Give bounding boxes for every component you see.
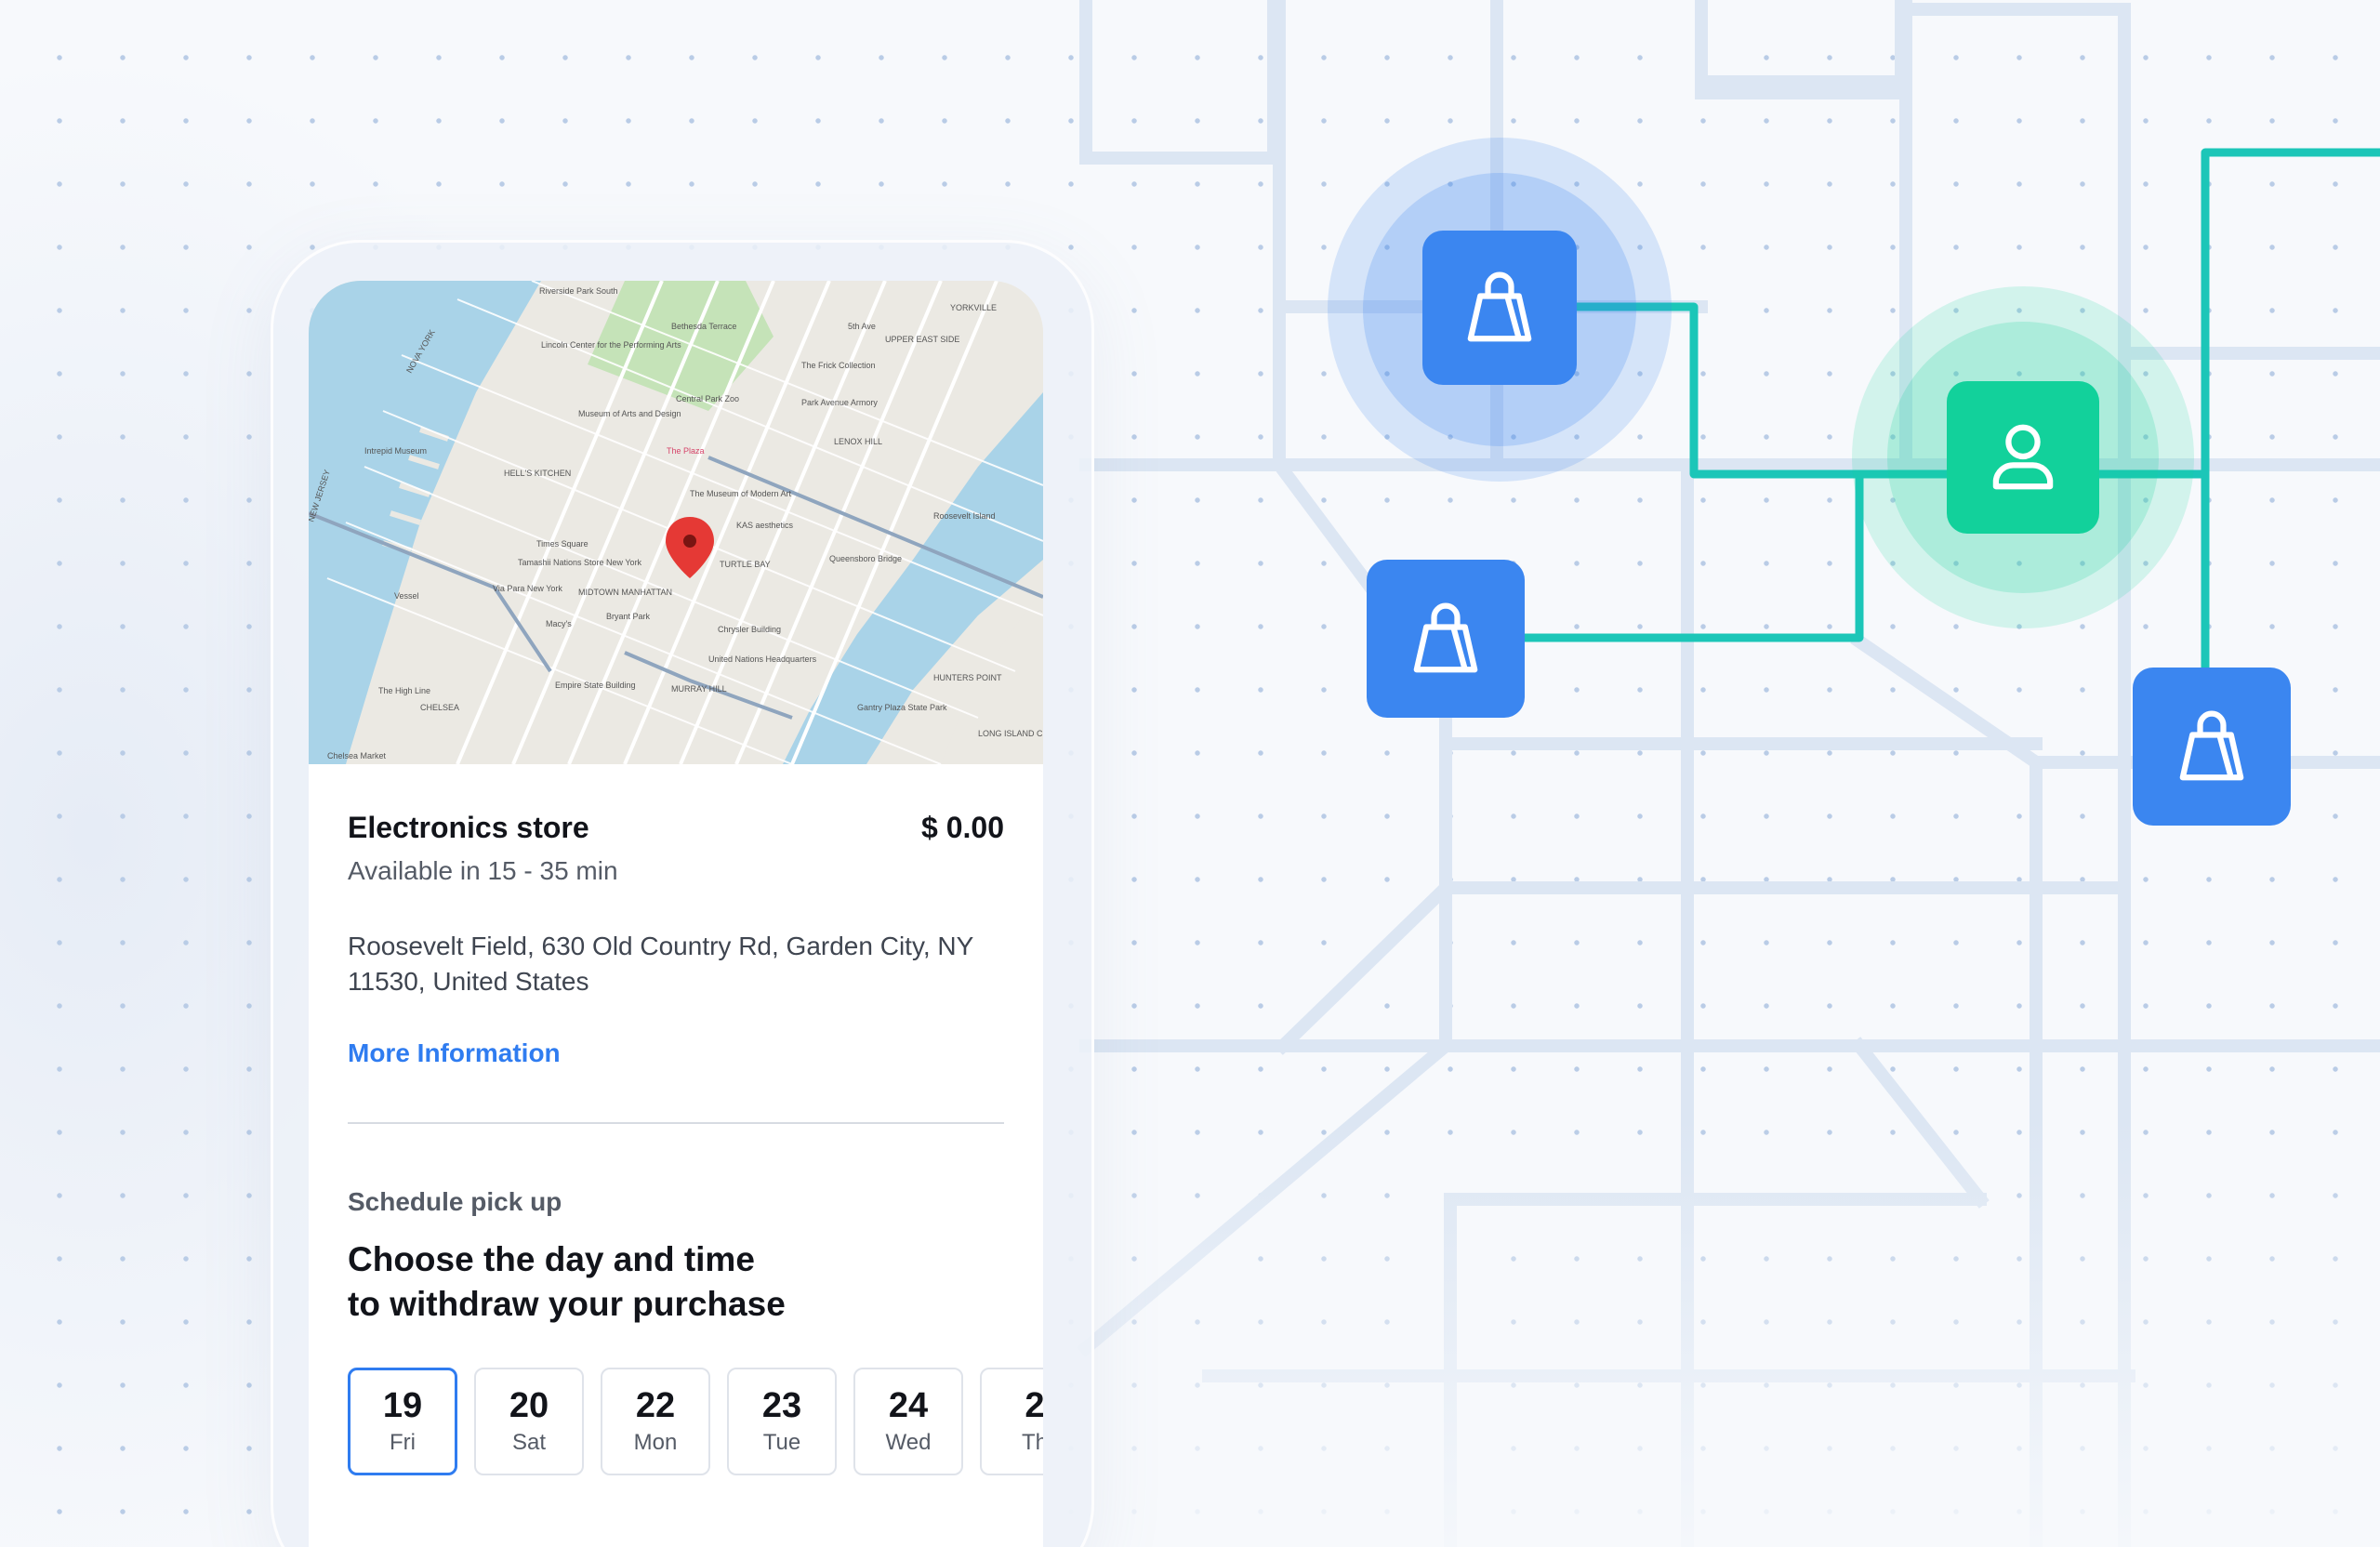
svg-text:Macy's: Macy's: [546, 619, 572, 628]
svg-text:Museum of Arts and Design: Museum of Arts and Design: [578, 409, 681, 418]
store-node-right[interactable]: [2133, 668, 2291, 826]
map-view[interactable]: Riverside Park South YORKVILLE Bethesda …: [309, 281, 1043, 764]
svg-text:Chrysler Building: Chrysler Building: [718, 625, 781, 634]
svg-text:TURTLE BAY: TURTLE BAY: [720, 560, 771, 569]
svg-text:Riverside Park South: Riverside Park South: [539, 286, 618, 296]
store-details: Electronics store $ 0.00 Available in 15…: [348, 764, 1043, 1475]
divider: [348, 1122, 1004, 1124]
svg-text:The Plaza: The Plaza: [667, 446, 705, 456]
map-canvas: Riverside Park South YORKVILLE Bethesda …: [309, 281, 1043, 764]
day-option[interactable]: 2 Th: [980, 1368, 1043, 1475]
svg-text:LONG ISLAND CITY: LONG ISLAND CITY: [978, 729, 1043, 738]
svg-text:Queensboro Bridge: Queensboro Bridge: [829, 554, 902, 563]
day-number: 24: [888, 1386, 929, 1425]
day-name: Mon: [633, 1430, 678, 1455]
day-option[interactable]: 19 Fri: [348, 1368, 457, 1475]
shopping-bag-icon: [2179, 710, 2244, 781]
svg-text:Bethesda Terrace: Bethesda Terrace: [671, 322, 736, 331]
schedule-title-line2: to withdraw your purchase: [348, 1285, 786, 1323]
svg-text:Via Para New York: Via Para New York: [493, 584, 562, 593]
svg-text:Times Square: Times Square: [536, 539, 588, 549]
day-name: Fri: [390, 1430, 416, 1455]
bottom-fade: [1023, 1116, 2380, 1547]
svg-text:HUNTERS POINT: HUNTERS POINT: [933, 673, 1002, 682]
svg-text:Lincoln Center for the Perform: Lincoln Center for the Performing Arts: [541, 340, 681, 350]
schedule-title: Choose the day and time to withdraw your…: [348, 1237, 1004, 1327]
more-information-link[interactable]: More Information: [348, 1038, 561, 1068]
store-address: Roosevelt Field, 630 Old Country Rd, Gar…: [348, 932, 973, 996]
day-number: 20: [509, 1386, 549, 1425]
day-option[interactable]: 20 Sat: [474, 1368, 584, 1475]
svg-text:Roosevelt Island: Roosevelt Island: [933, 511, 996, 521]
svg-text:Intrepid Museum: Intrepid Museum: [364, 446, 427, 456]
svg-text:Tamashii Nations Store New Yor: Tamashii Nations Store New York: [518, 558, 642, 567]
svg-text:Empire State Building: Empire State Building: [555, 681, 636, 690]
svg-text:5th Ave: 5th Ave: [848, 322, 876, 331]
store-name: Electronics store: [348, 811, 589, 844]
schedule-title-line1: Choose the day and time: [348, 1240, 755, 1278]
shopping-bag-icon: [1413, 602, 1478, 673]
store-node-left[interactable]: [1367, 560, 1525, 718]
user-icon: [1992, 424, 2054, 490]
svg-text:United Nations Headquarters: United Nations Headquarters: [708, 654, 817, 664]
svg-text:Gantry Plaza State Park: Gantry Plaza State Park: [857, 703, 947, 712]
user-node[interactable]: [1947, 381, 2099, 534]
svg-text:The Museum of Modern Art: The Museum of Modern Art: [690, 489, 792, 498]
day-name: Th: [1021, 1430, 1043, 1455]
svg-text:The High Line: The High Line: [378, 686, 430, 695]
day-name: Wed: [885, 1430, 932, 1455]
day-option[interactable]: 23 Tue: [727, 1368, 837, 1475]
day-option[interactable]: 24 Wed: [853, 1368, 963, 1475]
svg-text:MIDTOWN MANHATTAN: MIDTOWN MANHATTAN: [578, 588, 672, 597]
day-number: 22: [635, 1386, 676, 1425]
shopping-bag-icon: [1467, 271, 1532, 342]
svg-text:YORKVILLE: YORKVILLE: [950, 303, 997, 312]
phone-screen: Riverside Park South YORKVILLE Bethesda …: [309, 281, 1043, 1547]
svg-text:Vessel: Vessel: [394, 591, 419, 601]
store-node-top[interactable]: [1422, 231, 1577, 385]
day-name: Tue: [762, 1430, 801, 1455]
svg-text:MURRAY HILL: MURRAY HILL: [671, 684, 727, 694]
day-picker: 19 Fri 20 Sat 22 Mon 23 Tue 24 Wed 2 Th: [348, 1368, 1043, 1475]
price: $ 0.00: [921, 811, 1004, 844]
svg-text:Park Avenue Armory: Park Avenue Armory: [801, 398, 878, 407]
schedule-label: Schedule pick up: [348, 1187, 562, 1216]
svg-text:CHELSEA: CHELSEA: [420, 703, 459, 712]
svg-text:Chelsea Market: Chelsea Market: [327, 751, 387, 760]
day-number: 19: [382, 1386, 423, 1425]
svg-text:Central Park Zoo: Central Park Zoo: [676, 394, 739, 403]
day-number: 23: [761, 1386, 802, 1425]
availability-text: Available in 15 - 35 min: [348, 856, 618, 885]
day-name: Sat: [511, 1430, 547, 1455]
svg-text:KAS aesthetics: KAS aesthetics: [736, 521, 794, 530]
svg-text:UPPER EAST SIDE: UPPER EAST SIDE: [885, 335, 959, 344]
day-option[interactable]: 22 Mon: [601, 1368, 710, 1475]
svg-text:HELL'S KITCHEN: HELL'S KITCHEN: [504, 469, 571, 478]
svg-text:Bryant Park: Bryant Park: [606, 612, 651, 621]
day-number: 2: [1025, 1386, 1043, 1425]
svg-text:LENOX HILL: LENOX HILL: [834, 437, 882, 446]
background-scene: Riverside Park South YORKVILLE Bethesda …: [0, 0, 2380, 1547]
svg-text:The Frick Collection: The Frick Collection: [801, 361, 876, 370]
